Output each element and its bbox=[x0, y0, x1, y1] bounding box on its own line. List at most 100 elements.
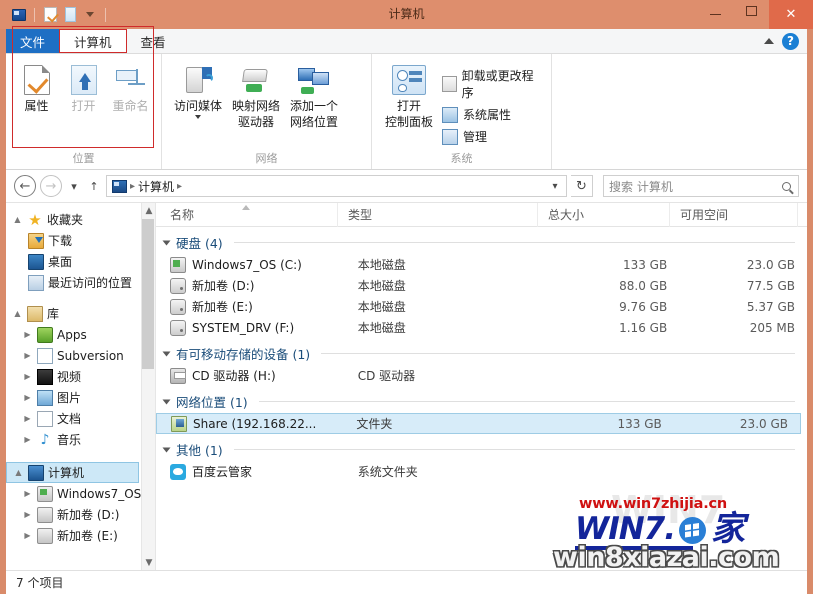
cd-drive-icon bbox=[170, 368, 186, 384]
access-media-button[interactable]: 访问媒体 bbox=[170, 60, 226, 121]
sidebar-item-label: 库 bbox=[47, 305, 59, 322]
sidebar-item-recent-places[interactable]: 最近访问的位置 bbox=[6, 272, 155, 293]
sidebar-item-computer[interactable]: ▲ 计算机 bbox=[6, 462, 139, 483]
close-button[interactable]: ✕ bbox=[769, 0, 813, 29]
scroll-up-icon[interactable]: ▲ bbox=[142, 203, 156, 218]
system-properties-menu-item[interactable]: 系统属性 bbox=[442, 106, 537, 123]
sort-ascending-icon bbox=[242, 205, 250, 210]
expander-icon[interactable]: ▶ bbox=[22, 393, 33, 402]
row-name-cell: 新加卷 (E:) bbox=[170, 298, 348, 315]
sidebar-item-videos[interactable]: ▶ 视频 bbox=[6, 366, 155, 387]
navpane-scrollbar-thumb[interactable] bbox=[142, 219, 154, 369]
table-row[interactable]: 新加卷 (D:) 本地磁盘 88.0 GB 77.5 GB bbox=[156, 275, 807, 296]
sidebar-item-libraries[interactable]: ▲ 库 bbox=[6, 303, 155, 324]
expander-icon[interactable]: ▶ bbox=[22, 435, 33, 444]
computer-icon[interactable] bbox=[10, 6, 28, 24]
chevron-up-icon[interactable] bbox=[764, 38, 774, 44]
tab-computer[interactable]: 计算机 bbox=[59, 29, 127, 53]
sidebar-item-desktop[interactable]: 桌面 bbox=[6, 251, 155, 272]
open-control-panel-button[interactable]: 打开 控制面板 bbox=[380, 60, 438, 131]
sidebar-item-volume-d[interactable]: ▶ 新加卷 (D:) bbox=[6, 504, 155, 525]
column-header-free[interactable]: 可用空间 bbox=[670, 203, 798, 227]
hdd-icon bbox=[37, 528, 53, 544]
recent-locations-caret-icon[interactable]: ▾ bbox=[66, 175, 82, 197]
properties-icon[interactable] bbox=[41, 6, 59, 24]
properties-button[interactable]: 属性 bbox=[14, 60, 59, 115]
sidebar-item-music[interactable]: ▶ ♪ 音乐 bbox=[6, 429, 155, 450]
group-expander-icon[interactable] bbox=[163, 351, 171, 356]
map-network-drive-button[interactable]: 映射网络 驱动器 bbox=[228, 60, 284, 131]
table-row[interactable]: Windows7_OS (C:) 本地磁盘 133 GB 23.0 GB bbox=[156, 254, 807, 275]
row-type-cell: 本地磁盘 bbox=[348, 319, 548, 336]
expander-icon[interactable]: ▲ bbox=[13, 468, 24, 477]
refresh-icon[interactable]: ↻ bbox=[571, 175, 593, 197]
search-icon[interactable] bbox=[782, 182, 791, 191]
sidebar-item-favorites[interactable]: ▲ ★ 收藏夹 bbox=[6, 209, 155, 230]
navpane-scrollbar[interactable]: ▲ ▼ bbox=[141, 203, 155, 570]
new-folder-icon[interactable] bbox=[61, 6, 79, 24]
chevron-down-icon[interactable]: ▾ bbox=[546, 181, 564, 192]
expander-icon[interactable]: ▶ bbox=[22, 330, 33, 339]
item-count-label: 7 个项目 bbox=[16, 574, 63, 591]
table-row[interactable]: SYSTEM_DRV (F:) 本地磁盘 1.16 GB 205 MB bbox=[156, 317, 807, 338]
back-arrow-icon[interactable]: ← bbox=[14, 175, 36, 197]
group-header-other[interactable]: 其他 (1) bbox=[156, 438, 807, 461]
expander-icon[interactable]: ▶ bbox=[22, 531, 33, 540]
uninstall-program-menu-item[interactable]: 卸载或更改程序 bbox=[442, 67, 537, 101]
row-type-cell: CD 驱动器 bbox=[348, 367, 548, 384]
expander-icon[interactable]: ▶ bbox=[22, 489, 33, 498]
manage-menu-item[interactable]: 管理 bbox=[442, 128, 537, 145]
sidebar-item-apps[interactable]: ▶ Apps bbox=[6, 324, 155, 345]
sidebar-item-documents[interactable]: ▶ 文档 bbox=[6, 408, 155, 429]
sidebar-item-volume-e[interactable]: ▶ 新加卷 (E:) bbox=[6, 525, 155, 546]
expander-icon[interactable]: ▶ bbox=[22, 351, 33, 360]
group-expander-icon[interactable] bbox=[163, 447, 171, 452]
help-icon[interactable]: ? bbox=[782, 33, 799, 50]
sidebar-item-pictures[interactable]: ▶ 图片 bbox=[6, 387, 155, 408]
expander-icon[interactable]: ▲ bbox=[12, 309, 23, 318]
table-row[interactable]: CD 驱动器 (H:) CD 驱动器 bbox=[156, 365, 807, 386]
expander-icon[interactable]: ▶ bbox=[22, 372, 33, 381]
sidebar-item-windows7-os[interactable]: ▶ Windows7_OS ( bbox=[6, 483, 155, 504]
row-name-label: Share (192.168.22... bbox=[193, 417, 316, 431]
tab-view[interactable]: 查看 bbox=[127, 29, 180, 53]
table-row[interactable]: Share (192.168.22... 文件夹 133 GB 23.0 GB bbox=[156, 413, 801, 434]
row-free-cell: 205 MB bbox=[679, 321, 807, 335]
open-button[interactable]: 打开 bbox=[61, 60, 106, 115]
quick-access-toolbar[interactable] bbox=[0, 6, 110, 24]
customize-caret-icon[interactable] bbox=[81, 6, 99, 24]
forward-arrow-icon[interactable]: → bbox=[40, 175, 62, 197]
scroll-down-icon[interactable]: ▼ bbox=[142, 555, 156, 570]
rename-button[interactable]: 重命名 bbox=[108, 60, 153, 115]
ribbon-group-location-items: 属性 打开 重命名 bbox=[10, 58, 157, 117]
breadcrumb-item-computer[interactable]: 计算机 bbox=[138, 178, 174, 195]
maximize-button[interactable] bbox=[733, 0, 769, 22]
group-header-network-locations[interactable]: 网络位置 (1) bbox=[156, 390, 807, 413]
table-row[interactable]: 新加卷 (E:) 本地磁盘 9.76 GB 5.37 GB bbox=[156, 296, 807, 317]
expander-icon[interactable]: ▲ bbox=[12, 215, 23, 224]
minimize-button[interactable] bbox=[697, 0, 733, 22]
tab-file[interactable]: 文件 bbox=[6, 29, 59, 53]
group-expander-icon[interactable] bbox=[163, 240, 171, 245]
group-header-removable[interactable]: 有可移动存储的设备 (1) bbox=[156, 342, 807, 365]
chevron-down-icon[interactable] bbox=[195, 115, 201, 119]
main-area: ▲ ★ 收藏夹 下载 桌面 最近访问的位置 ▲ 库 bbox=[6, 202, 807, 570]
add-network-location-button[interactable]: 添加一个 网络位置 bbox=[286, 60, 342, 131]
group-rule bbox=[234, 242, 795, 243]
group-header-harddisks[interactable]: 硬盘 (4) bbox=[156, 231, 807, 254]
column-header-type[interactable]: 类型 bbox=[338, 203, 538, 227]
group-expander-icon[interactable] bbox=[163, 399, 171, 404]
sidebar-item-downloads[interactable]: 下载 bbox=[6, 230, 155, 251]
table-row[interactable]: 百度云管家 系统文件夹 bbox=[156, 461, 807, 482]
apps-folder-icon bbox=[37, 327, 53, 343]
expander-icon[interactable]: ▶ bbox=[22, 510, 33, 519]
up-arrow-icon[interactable]: ↑ bbox=[86, 175, 102, 197]
expander-icon[interactable]: ▶ bbox=[22, 414, 33, 423]
column-header-size[interactable]: 总大小 bbox=[538, 203, 670, 227]
sidebar-item-subversion[interactable]: ▶ Subversion bbox=[6, 345, 155, 366]
library-icon bbox=[27, 306, 43, 322]
column-header-name[interactable]: 名称 bbox=[160, 203, 338, 227]
search-input[interactable]: 搜索 计算机 bbox=[603, 175, 799, 197]
group-rule bbox=[234, 449, 795, 450]
breadcrumb[interactable]: ▸ 计算机 ▸ ▾ bbox=[106, 175, 567, 197]
